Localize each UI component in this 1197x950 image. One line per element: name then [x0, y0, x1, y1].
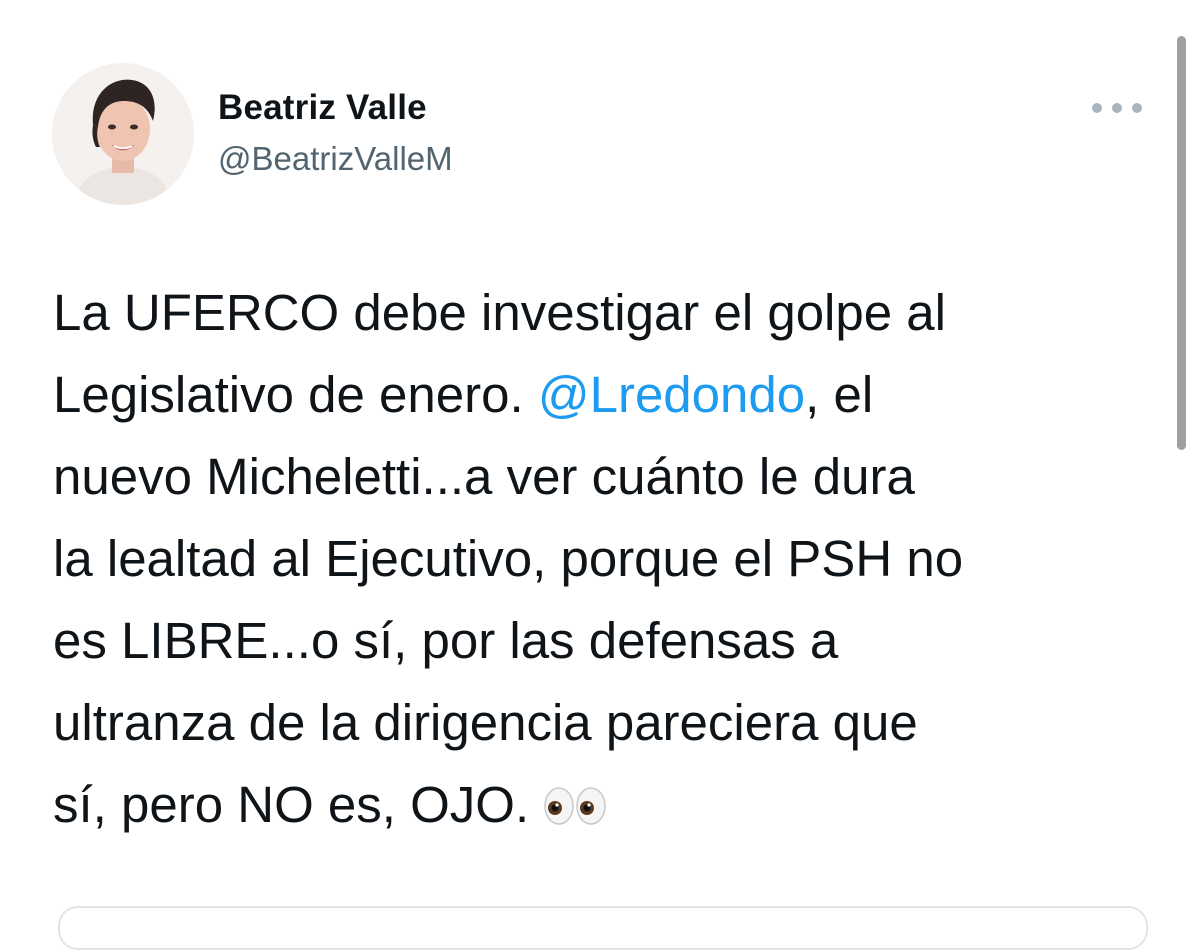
more-horizontal-icon-dot [1132, 103, 1142, 113]
mention-link[interactable]: @Lredondo [538, 366, 805, 423]
tweet-text: La UFERCO debe investigar el golpe al Le… [53, 272, 1163, 850]
text-segment: la lealtad al Ejecutivo, porque el PSH n… [53, 530, 964, 587]
more-options-button[interactable] [1092, 96, 1142, 120]
quoted-card-edge[interactable] [58, 906, 1148, 950]
text-segment: La UFERCO debe investigar el golpe al [53, 284, 946, 341]
text-segment: Legislativo de enero. [53, 366, 538, 423]
text-segment: , el [805, 366, 874, 423]
display-name[interactable]: Beatriz Valle [218, 88, 427, 128]
tweet-card: Beatriz Valle @BeatrizValleM La UFERCO d… [0, 0, 1197, 950]
tweet-line: es LIBRE...o sí, por las defensas a [53, 600, 1163, 682]
more-horizontal-icon [1092, 103, 1102, 113]
avatar[interactable] [52, 63, 194, 205]
avatar-image [52, 63, 194, 205]
tweet-line: la lealtad al Ejecutivo, porque el PSH n… [53, 518, 1163, 600]
tweet-line: sí, pero NO es, OJO. [53, 764, 1163, 850]
text-segment: sí, pero NO es, OJO. [53, 776, 530, 833]
tweet-line: Legislativo de enero. @Lredondo, el [53, 354, 1163, 436]
tweet-line: La UFERCO debe investigar el golpe al [53, 272, 1163, 354]
tweet-line: nuevo Micheletti...a ver cuánto le dura [53, 436, 1163, 518]
user-handle[interactable]: @BeatrizValleM [218, 140, 453, 178]
text-segment: es LIBRE...o sí, por las defensas a [53, 612, 839, 669]
text-segment: nuevo Micheletti...a ver cuánto le dura [53, 448, 915, 505]
tweet-line: ultranza de la dirigencia pareciera que [53, 682, 1163, 764]
eyes-emoji [543, 768, 607, 850]
text-segment: ultranza de la dirigencia pareciera que [53, 694, 918, 751]
more-horizontal-icon-dot [1112, 103, 1122, 113]
scrollbar[interactable] [1177, 36, 1186, 450]
